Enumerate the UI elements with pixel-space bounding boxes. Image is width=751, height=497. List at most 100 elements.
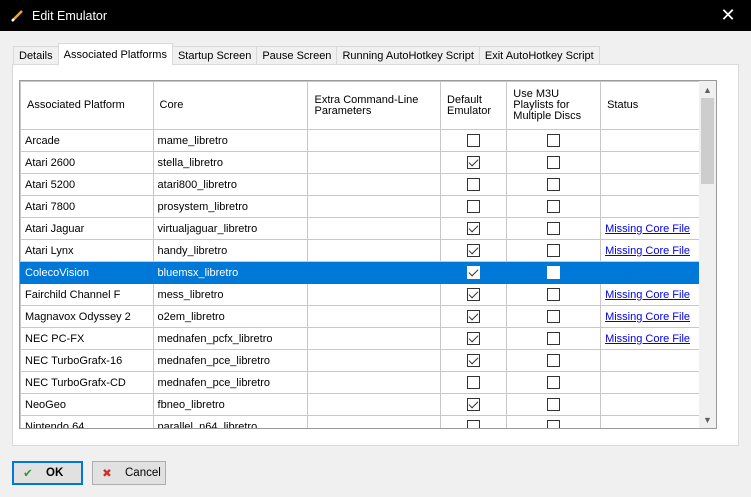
default-emulator-checkbox[interactable] [467, 266, 481, 279]
params-cell[interactable] [307, 349, 442, 372]
default-emulator-cell[interactable] [440, 239, 508, 262]
platform-cell[interactable]: Atari 7800 [20, 195, 154, 218]
m3u-cell[interactable] [506, 239, 602, 262]
m3u-cell[interactable] [506, 217, 602, 240]
m3u-cell[interactable] [506, 195, 602, 218]
params-cell[interactable] [307, 393, 442, 416]
default-emulator-cell[interactable] [440, 261, 508, 284]
core-cell[interactable]: bluemsx_libretro [152, 261, 309, 284]
m3u-cell[interactable] [506, 415, 602, 428]
params-cell[interactable] [307, 239, 442, 262]
column-header-default[interactable]: Default Emulator [440, 81, 508, 130]
ok-button[interactable]: ✔ OK [12, 461, 83, 485]
m3u-cell[interactable] [506, 349, 602, 372]
platforms-grid[interactable]: Associated Platform Core Extra Command-L… [19, 80, 717, 429]
m3u-cell[interactable] [506, 151, 602, 174]
m3u-cell[interactable] [506, 283, 602, 306]
table-row[interactable]: Atari 7800 prosystem_libretro [20, 195, 700, 218]
default-emulator-cell[interactable] [440, 129, 508, 152]
default-emulator-cell[interactable] [440, 415, 508, 428]
column-header-core[interactable]: Core [152, 81, 309, 130]
status-cell[interactable]: Missing Core File [600, 327, 700, 350]
status-cell[interactable] [600, 261, 700, 284]
status-cell[interactable] [600, 371, 700, 394]
default-emulator-checkbox[interactable] [467, 178, 481, 191]
m3u-checkbox[interactable] [547, 398, 561, 411]
status-cell[interactable] [600, 393, 700, 416]
status-cell[interactable]: Missing Core File [600, 217, 700, 240]
scroll-thumb[interactable] [701, 98, 714, 184]
status-cell[interactable] [600, 195, 700, 218]
table-row[interactable]: Atari Lynx handy_libretro Missing Core Fil… [20, 239, 700, 262]
platform-cell[interactable]: Nintendo 64 [20, 415, 154, 428]
platform-cell[interactable]: Atari 5200 [20, 173, 154, 196]
core-cell[interactable]: o2em_libretro [152, 305, 309, 328]
core-cell[interactable]: handy_libretro [152, 239, 309, 262]
core-cell[interactable]: atari800_libretro [152, 173, 309, 196]
m3u-checkbox[interactable] [547, 244, 561, 257]
m3u-checkbox[interactable] [547, 354, 561, 367]
default-emulator-checkbox[interactable] [467, 420, 481, 428]
default-emulator-checkbox[interactable] [467, 354, 481, 367]
default-emulator-checkbox[interactable] [467, 310, 481, 323]
table-row[interactable]: Atari 5200 atari800_libretro [20, 173, 700, 196]
platform-cell[interactable]: NEC PC-FX [20, 327, 154, 350]
platform-cell[interactable]: Atari Lynx [20, 239, 154, 262]
params-cell[interactable] [307, 415, 442, 428]
m3u-cell[interactable] [506, 173, 602, 196]
default-emulator-cell[interactable] [440, 371, 508, 394]
status-cell[interactable]: Missing Core File [600, 305, 700, 328]
missing-core-file-link[interactable]: Missing Core File [605, 311, 690, 323]
default-emulator-checkbox[interactable] [467, 244, 481, 257]
params-cell[interactable] [307, 261, 442, 284]
core-cell[interactable]: parallel_n64_libretro [152, 415, 309, 428]
core-cell[interactable]: prosystem_libretro [152, 195, 309, 218]
m3u-checkbox[interactable] [547, 332, 561, 345]
table-row[interactable]: NEC TurboGrafx-16 mednafen_pce_libretro [20, 349, 700, 372]
m3u-cell[interactable] [506, 129, 602, 152]
m3u-checkbox[interactable] [547, 156, 561, 169]
default-emulator-cell[interactable] [440, 305, 508, 328]
default-emulator-cell[interactable] [440, 217, 508, 240]
m3u-checkbox[interactable] [547, 420, 561, 428]
default-emulator-cell[interactable] [440, 283, 508, 306]
core-cell[interactable]: mednafen_pce_libretro [152, 371, 309, 394]
missing-core-file-link[interactable]: Missing Core File [605, 223, 690, 235]
core-cell[interactable]: fbneo_libretro [152, 393, 309, 416]
default-emulator-checkbox[interactable] [467, 332, 481, 345]
default-emulator-checkbox[interactable] [467, 222, 481, 235]
platform-cell[interactable]: Fairchild Channel F [20, 283, 154, 306]
params-cell[interactable] [307, 151, 442, 174]
m3u-checkbox[interactable] [547, 222, 561, 235]
core-cell[interactable]: mednafen_pce_libretro [152, 349, 309, 372]
default-emulator-cell[interactable] [440, 393, 508, 416]
params-cell[interactable] [307, 173, 442, 196]
tab-exit-autohotkey-script[interactable]: Exit AutoHotkey Script [478, 46, 600, 65]
table-row[interactable]: Atari 2600 stella_libretro [20, 151, 700, 174]
status-cell[interactable] [600, 129, 700, 152]
column-header-params[interactable]: Extra Command-Line Parameters [307, 81, 442, 130]
params-cell[interactable] [307, 217, 442, 240]
default-emulator-checkbox[interactable] [467, 398, 481, 411]
platform-cell[interactable]: Magnavox Odyssey 2 [20, 305, 154, 328]
params-cell[interactable] [307, 305, 442, 328]
default-emulator-cell[interactable] [440, 349, 508, 372]
m3u-checkbox[interactable] [547, 178, 561, 191]
params-cell[interactable] [307, 195, 442, 218]
cancel-button[interactable]: ✖ Cancel [92, 461, 166, 485]
core-cell[interactable]: mess_libretro [152, 283, 309, 306]
m3u-cell[interactable] [506, 327, 602, 350]
status-cell[interactable] [600, 349, 700, 372]
params-cell[interactable] [307, 327, 442, 350]
tab-running-autohotkey-script[interactable]: Running AutoHotkey Script [336, 46, 480, 65]
core-cell[interactable]: virtualjaguar_libretro [152, 217, 309, 240]
default-emulator-checkbox[interactable] [467, 200, 481, 213]
table-row[interactable]: Fairchild Channel Fmess_libretro Missing … [20, 283, 700, 306]
missing-core-file-link[interactable]: Missing Core File [605, 289, 690, 301]
table-row[interactable]: Nintendo 64 parallel_n64_libretro [20, 415, 700, 428]
default-emulator-cell[interactable] [440, 173, 508, 196]
m3u-cell[interactable] [506, 305, 602, 328]
status-cell[interactable] [600, 415, 700, 428]
m3u-checkbox[interactable] [547, 288, 561, 301]
missing-core-file-link[interactable]: Missing Core File [605, 245, 690, 257]
